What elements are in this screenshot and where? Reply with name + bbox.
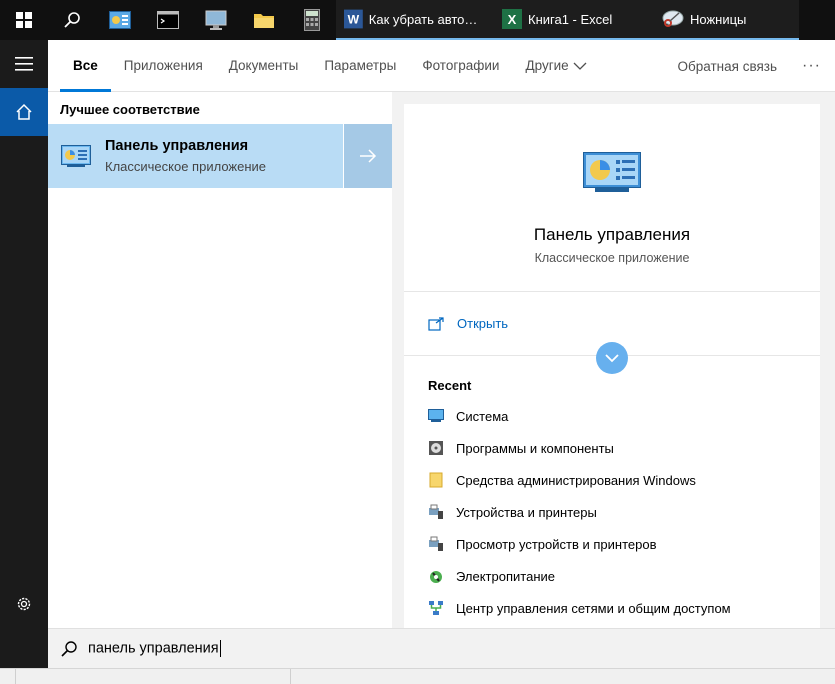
svg-text:X: X — [508, 12, 517, 27]
tab-other-label: Другие — [525, 58, 569, 73]
recent-item-network[interactable]: Центр управления сетями и общим доступом — [428, 592, 820, 624]
background-window — [0, 668, 835, 684]
taskbar: W Как убрать автома… X Книга1 - Excel Но… — [0, 0, 835, 40]
taskbar-excel-window[interactable]: X Книга1 - Excel — [494, 0, 654, 40]
taskbar-word-label: Как убрать автома… — [368, 11, 486, 27]
printer-icon — [428, 504, 444, 520]
recent-item-label: Средства администрирования Windows — [456, 472, 696, 488]
recent-item-label: Система — [456, 408, 509, 424]
recent-item-power[interactable]: Электропитание — [428, 560, 820, 592]
programs-icon — [428, 440, 444, 456]
best-match-heading: Лучшее соответствие — [60, 102, 200, 117]
results-list: Лучшее соответствие Панель управления Кл… — [48, 92, 392, 628]
recent-item-label: Устройства и принтеры — [456, 504, 597, 520]
recent-item-label: Программы и компоненты — [456, 440, 614, 456]
excel-icon: X — [502, 9, 522, 29]
search-button[interactable] — [48, 0, 96, 40]
scissors-icon — [662, 10, 684, 27]
system-icon — [428, 408, 444, 424]
printer-icon — [428, 536, 444, 552]
open-label: Открыть — [457, 316, 509, 331]
recent-item-label: Просмотр устройств и принтеров — [456, 536, 657, 552]
search-icon — [61, 640, 77, 657]
calculator-icon — [304, 9, 320, 31]
preview-header: Панель управления Классическое приложени… — [404, 104, 820, 292]
monitor-icon — [205, 10, 227, 30]
home-button[interactable] — [0, 88, 48, 136]
recent-item-devices-printers[interactable]: Устройства и принтеры — [428, 496, 820, 528]
preview-app-name: Панель управления — [533, 225, 691, 244]
open-preview-button[interactable] — [343, 124, 392, 188]
best-match-item[interactable]: Панель управления Классическое приложени… — [48, 124, 392, 188]
taskbar-excel-label: Книга1 - Excel — [528, 11, 613, 27]
recent-item-label: Центр управления сетями и общим доступом — [456, 600, 731, 616]
background-segment — [0, 669, 16, 684]
start-button[interactable] — [0, 0, 48, 40]
chevron-down-icon — [573, 62, 587, 70]
taskbar-word-window[interactable]: W Как убрать автома… — [336, 0, 494, 40]
preview-app-icon — [583, 152, 641, 197]
taskbar-computer[interactable] — [192, 0, 240, 40]
word-icon: W — [344, 9, 363, 29]
best-match-main[interactable]: Панель управления Классическое приложени… — [48, 124, 343, 188]
preview-app-subtitle: Классическое приложение — [534, 251, 690, 265]
best-match-name: Панель управления — [105, 138, 249, 154]
network-icon — [428, 600, 444, 616]
taskbar-cmd[interactable] — [144, 0, 192, 40]
open-external-icon — [428, 316, 444, 331]
control-panel-icon — [61, 145, 91, 167]
recent-item-admin-tools[interactable]: Средства администрирования Windows — [428, 464, 820, 496]
tab-all[interactable]: Все — [60, 40, 111, 92]
arrow-right-icon — [360, 149, 377, 163]
text-caret — [219, 640, 221, 657]
search-input[interactable]: панель управления — [88, 640, 221, 657]
recent-item-programs[interactable]: Программы и компоненты — [428, 432, 820, 464]
tab-settings[interactable]: Параметры — [311, 40, 409, 92]
preview-pane: Панель управления Классическое приложени… — [404, 104, 820, 628]
taskbar-snipping-window[interactable]: Ножницы — [654, 0, 799, 40]
recent-item-label: Электропитание — [456, 568, 555, 584]
open-action[interactable]: Открыть — [404, 292, 820, 374]
recent-item-system[interactable]: Система — [428, 400, 820, 432]
background-segment — [16, 669, 291, 684]
recent-section: Recent Система Программы и компоненты Ср… — [404, 356, 820, 624]
control-panel-icon — [109, 11, 131, 29]
power-icon — [428, 568, 444, 584]
tab-other[interactable]: Другие — [512, 40, 599, 92]
svg-text:W: W — [348, 13, 360, 27]
control-panel-icon — [583, 152, 641, 192]
chevron-down-icon — [605, 354, 619, 363]
taskbar-calculator[interactable] — [288, 0, 336, 40]
terminal-icon — [157, 11, 179, 29]
recent-item-view-devices[interactable]: Просмотр устройств и принтеров — [428, 528, 820, 560]
hamburger-icon — [15, 57, 33, 71]
feedback-link[interactable]: Обратная связь — [678, 40, 777, 92]
start-rail — [0, 40, 48, 668]
menu-button[interactable] — [0, 40, 48, 88]
search-icon — [64, 12, 80, 28]
windows-logo-icon — [16, 12, 32, 28]
taskbar-snipping-label: Ножницы — [690, 11, 747, 27]
scope-tabs: Все Приложения Документы Параметры Фотог… — [48, 40, 835, 92]
home-icon — [16, 103, 32, 120]
best-match-text: Панель управления Классическое приложени… — [105, 138, 266, 174]
best-match-subtitle: Классическое приложение — [105, 159, 267, 174]
search-query: панель управления — [88, 640, 219, 657]
folder-icon — [254, 14, 274, 28]
recent-heading: Recent — [428, 378, 472, 393]
tab-documents[interactable]: Документы — [216, 40, 312, 92]
gear-icon — [17, 597, 31, 611]
tab-photos[interactable]: Фотографии — [409, 40, 512, 92]
search-panel: Все Приложения Документы Параметры Фотог… — [48, 40, 835, 668]
expand-button[interactable] — [596, 342, 628, 374]
tab-apps[interactable]: Приложения — [111, 40, 216, 92]
taskbar-explorer[interactable] — [240, 0, 288, 40]
search-box[interactable]: панель управления — [48, 628, 835, 668]
settings-button[interactable] — [0, 580, 48, 628]
folder-icon — [428, 472, 444, 488]
taskbar-control-panel[interactable] — [96, 0, 144, 40]
more-options-button[interactable]: ··· — [802, 40, 821, 92]
